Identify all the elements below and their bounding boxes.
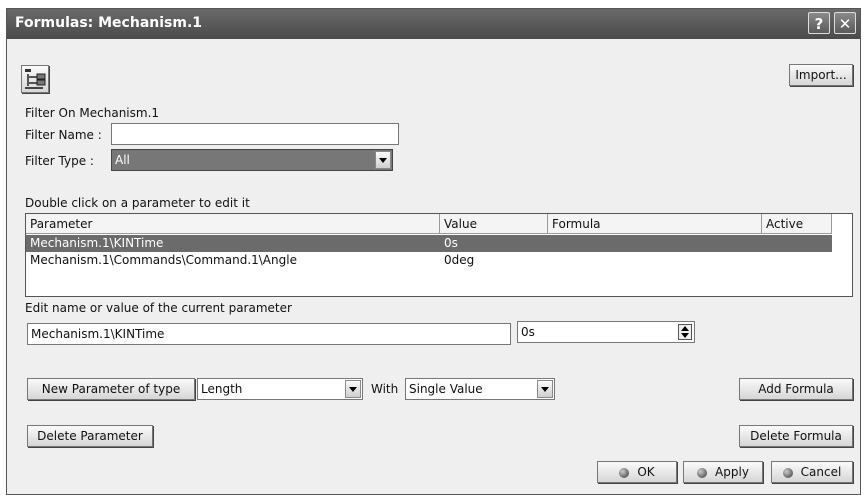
ok-button[interactable]: OK [597,461,677,483]
spinner-icon[interactable] [678,324,692,340]
ok-label: OK [637,465,655,479]
cancel-button[interactable]: Cancel [771,461,853,483]
formula-tree-button[interactable] [21,65,49,93]
formula-tree-icon [25,69,46,89]
delete-formula-button[interactable]: Delete Formula [739,425,853,447]
import-button[interactable]: Import... [789,64,853,86]
parameter-type-value: Length [201,382,243,396]
value-kind-select[interactable]: Single Value [405,378,555,400]
column-header-active[interactable]: Active [762,214,832,234]
column-header-formula[interactable]: Formula [548,214,762,234]
table-row[interactable]: Mechanism.1\Commands\Command.1\Angle 0de… [26,252,832,269]
help-icon: ? [814,15,824,33]
value-kind-value: Single Value [409,382,483,396]
filter-type-label: Filter Type : [25,154,94,168]
parameter-table[interactable]: Parameter Value Formula Active Mechanism… [25,213,853,297]
cancel-icon [782,467,793,478]
close-icon: ✕ [838,15,852,33]
parameter-name-input[interactable]: Mechanism.1\KINTime [27,323,511,345]
parameter-value-text: 0s [521,325,535,339]
help-button[interactable]: ? [808,12,830,34]
apply-label: Apply [715,465,749,479]
cell-parameter: Mechanism.1\KINTime [30,236,164,250]
cell-value: 0s [444,236,458,250]
edit-label: Edit name or value of the current parame… [25,301,292,315]
new-parameter-button[interactable]: New Parameter of type [27,378,195,400]
title-bar: Formulas: Mechanism.1 ? ✕ [7,9,860,39]
with-label: With [371,382,399,396]
apply-icon [697,467,708,478]
chevron-down-icon [345,380,361,398]
filter-name-input[interactable] [111,123,399,145]
cell-value: 0deg [444,253,475,267]
filter-name-label: Filter Name : [25,128,102,142]
parameter-type-select[interactable]: Length [197,378,363,400]
formulas-dialog: Formulas: Mechanism.1 ? ✕ Import... Filt… [6,8,861,495]
cell-parameter: Mechanism.1\Commands\Command.1\Angle [30,253,297,267]
filter-type-value: All [115,153,130,167]
table-row[interactable]: Mechanism.1\KINTime 0s [26,235,832,252]
close-button[interactable]: ✕ [834,12,856,34]
chevron-down-icon [537,380,553,398]
table-instruction: Double click on a parameter to edit it [25,196,250,210]
ok-icon [619,467,630,478]
column-header-parameter[interactable]: Parameter [26,214,440,234]
column-header-value[interactable]: Value [440,214,548,234]
parameter-value-input[interactable]: 0s [517,321,695,343]
dialog-title: Formulas: Mechanism.1 [15,15,203,31]
filter-on-label: Filter On Mechanism.1 [25,106,160,120]
cancel-label: Cancel [800,465,842,479]
apply-button[interactable]: Apply [683,461,763,483]
chevron-down-icon [375,151,391,169]
filter-type-select[interactable]: All [111,149,393,171]
add-formula-button[interactable]: Add Formula [739,378,853,400]
delete-parameter-button[interactable]: Delete Parameter [27,425,153,447]
